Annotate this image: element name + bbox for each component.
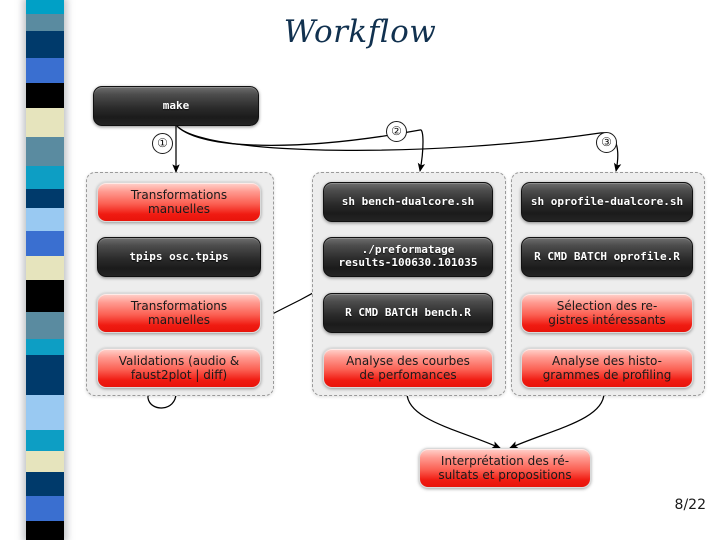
stripe-segment: [26, 0, 64, 14]
stripe-segment: [26, 520, 64, 540]
node-label: Transformations manuelles: [130, 298, 228, 327]
node-label: Transformations manuelles: [130, 187, 228, 216]
stripe-segment: [26, 312, 64, 340]
stripe-segment: [26, 82, 64, 108]
node-g2-n2[interactable]: ./preformatage results-100630.101035: [323, 237, 493, 277]
node-g3-n2[interactable]: R CMD BATCH oprofile.R: [521, 237, 693, 277]
node-label: Analyse des histo- grammes de profiling: [542, 353, 672, 382]
node-g1-n4[interactable]: Validations (audio & faust2plot | diff): [97, 348, 261, 388]
node-label: R CMD BATCH bench.R: [345, 305, 471, 319]
stripe-segment: [26, 57, 64, 83]
stripe-segment: [26, 354, 64, 396]
step-marker-2: ②: [386, 121, 407, 142]
node-label: ./preformatage results-100630.101035: [338, 243, 478, 269]
node-g3-n3[interactable]: Sélection des re- gistres intéressants: [521, 293, 693, 333]
page-number: 8/22: [674, 497, 706, 513]
stripe-segment: [26, 256, 64, 280]
node-label: Validations (audio & faust2plot | diff): [118, 353, 240, 382]
stripe-segment: [26, 188, 64, 209]
stripe-segment: [26, 279, 64, 313]
node-label: make: [162, 98, 190, 112]
node-label: R CMD BATCH oprofile.R: [534, 249, 680, 263]
step-marker-1: ①: [152, 133, 173, 154]
stripe-segment: [26, 395, 64, 430]
node-label: Sélection des re- gistres intéressants: [548, 298, 666, 327]
stripe-segment: [26, 231, 64, 257]
node-g1-n2[interactable]: tpips osc.tpips: [97, 237, 261, 277]
stripe-segment: [26, 495, 64, 521]
stripe-segment: [26, 339, 64, 355]
stripe-segment: [26, 451, 64, 473]
stripe-segment: [26, 429, 64, 452]
node-final[interactable]: Interprétation des ré- sultats et propos…: [419, 448, 591, 488]
step-marker-3: ③: [596, 132, 617, 153]
node-g2-n1[interactable]: sh bench-dualcore.sh: [323, 182, 493, 222]
node-g2-n4[interactable]: Analyse des courbes de perfomances: [323, 348, 493, 388]
node-label: tpips osc.tpips: [129, 249, 229, 263]
stripe-segment: [26, 472, 64, 496]
node-label: sh bench-dualcore.sh: [341, 194, 475, 208]
node-make[interactable]: make: [93, 86, 259, 126]
node-label: Interprétation des ré- sultats et propos…: [438, 453, 572, 482]
stripe-segment: [26, 165, 64, 189]
node-g1-n1[interactable]: Transformations manuelles: [97, 182, 261, 222]
node-label: Analyse des courbes de perfomances: [346, 353, 470, 382]
stripe-segment: [26, 208, 64, 232]
page-title: Workflow: [283, 14, 437, 50]
decorative-stripe-band: [26, 0, 64, 540]
node-label: sh oprofile-dualcore.sh: [530, 194, 684, 208]
node-g3-n1[interactable]: sh oprofile-dualcore.sh: [521, 182, 693, 222]
node-g3-n4[interactable]: Analyse des histo- grammes de profiling: [521, 348, 693, 388]
node-g1-n3[interactable]: Transformations manuelles: [97, 293, 261, 333]
stripe-segment: [26, 107, 64, 137]
slide-canvas: Workflow make ① ② ③ Transformations manu…: [0, 0, 720, 540]
node-g2-n3[interactable]: R CMD BATCH bench.R: [323, 293, 493, 333]
stripe-segment: [26, 136, 64, 166]
